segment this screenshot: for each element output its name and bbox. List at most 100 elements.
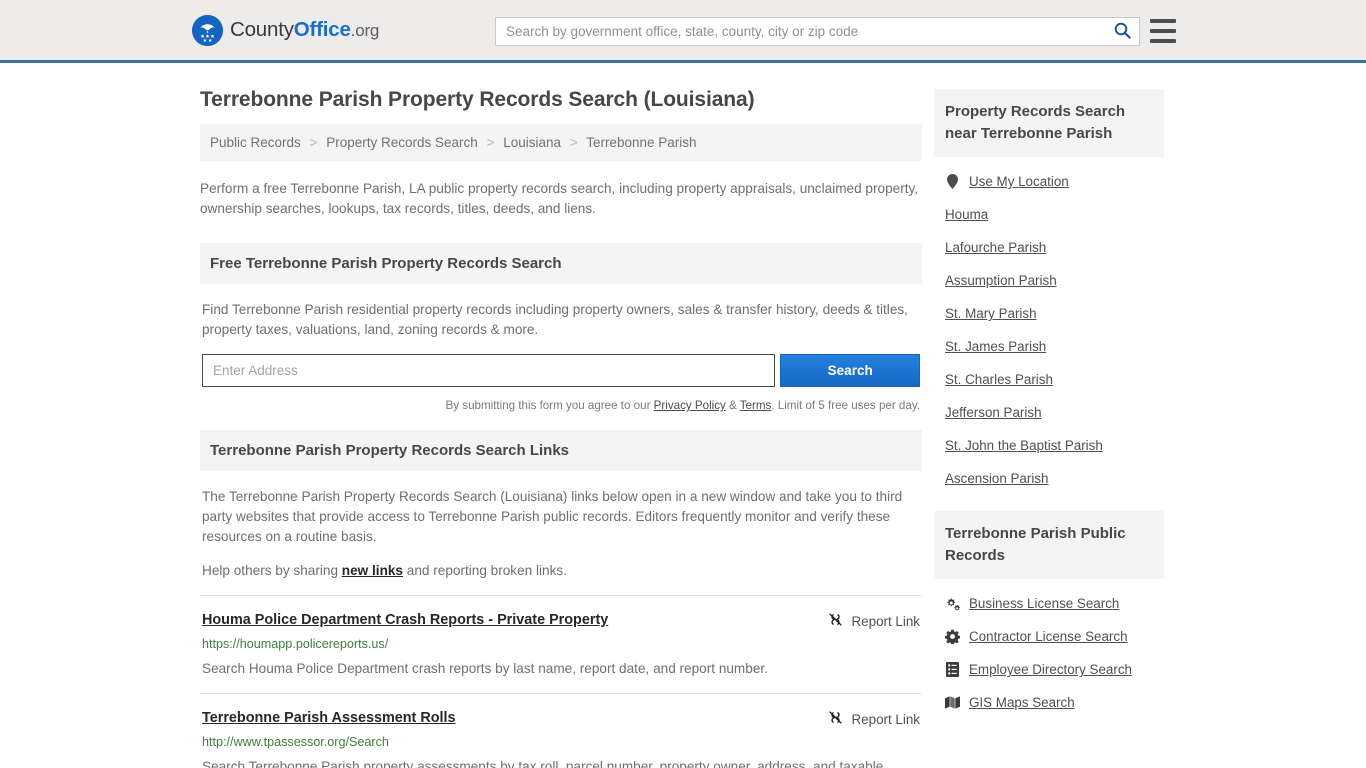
disclaimer-prefix: By submitting this form you agree to our [445,399,654,412]
sidebar-item-business-license-search[interactable]: Business License Search [934,587,1164,620]
hamburger-bar [1150,39,1176,43]
sidebar: Property Records Search near Terrebonne … [934,63,1164,768]
sidebar-item-st-charles-parish[interactable]: St. Charles Parish [934,363,1164,396]
disclaimer-suffix: . Limit of 5 free uses per day. [771,399,920,412]
map-pin-icon [945,174,960,189]
site-header: CountyOffice.org [0,0,1366,63]
sidebar-link-label[interactable]: Contractor License Search [969,629,1128,644]
breadcrumb-separator: > [486,135,495,150]
link-result-header: Terrebonne Parish Assessment Rolls Repor… [202,709,920,728]
link-result-item: Terrebonne Parish Assessment Rolls Repor… [200,693,922,768]
sidebar-link-label[interactable]: Business License Search [969,596,1119,611]
breadcrumb-item-terrebonne-parish[interactable]: Terrebonne Parish [586,135,696,150]
breadcrumb-item-public-records[interactable]: Public Records [210,135,301,150]
privacy-policy-link[interactable]: Privacy Policy [654,399,726,412]
main-content: Terrebonne Parish Property Records Searc… [200,63,922,768]
sidebar-item-gis-maps-search[interactable]: GIS Maps Search [934,686,1164,719]
sidebar-item-st-james-parish[interactable]: St. James Parish [934,330,1164,363]
site-logo[interactable]: CountyOffice.org [192,14,379,46]
free-search-heading: Free Terrebonne Parish Property Records … [200,243,922,284]
page-container: Terrebonne Parish Property Records Searc… [0,63,1366,768]
sidebar-nearby-list: Use My Location Houma Lafourche Parish A… [934,157,1164,499]
hamburger-bar [1150,19,1176,23]
help-prefix: Help others by sharing [202,563,342,578]
links-section-heading: Terrebonne Parish Property Records Searc… [200,430,922,471]
sidebar-link-label[interactable]: Houma [945,207,988,222]
sidebar-item-st-john-the-baptist-parish[interactable]: St. John the Baptist Parish [934,429,1164,462]
breadcrumb-separator: > [309,135,318,150]
page-title: Terrebonne Parish Property Records Searc… [200,88,755,111]
broken-link-icon [828,612,843,630]
gear-icon [945,629,960,644]
global-search-bar[interactable] [495,17,1140,46]
sidebar-item-ascension-parish[interactable]: Ascension Parish [934,462,1164,495]
sidebar-link-label[interactable]: Use My Location [969,174,1069,189]
link-result-title[interactable]: Terrebonne Parish Assessment Rolls [202,709,456,728]
cogs-icon [945,596,960,611]
sidebar-link-label[interactable]: Ascension Parish [945,471,1048,486]
link-result-header: Houma Police Department Crash Reports - … [202,611,920,630]
sidebar-public-records-heading: Terrebonne Parish Public Records [934,511,1164,579]
link-result-url[interactable]: http://www.tpassessor.org/Search [202,734,920,750]
form-disclaimer: By submitting this form you agree to our… [202,396,920,416]
global-search-submit-button[interactable] [1105,18,1139,45]
sidebar-link-label[interactable]: GIS Maps Search [969,695,1075,710]
report-link-label: Report Link [851,613,920,629]
sidebar-item-lafourche-parish[interactable]: Lafourche Parish [934,231,1164,264]
address-input[interactable] [202,354,776,387]
sidebar-item-employee-directory-search[interactable]: Employee Directory Search [934,653,1164,686]
sidebar-link-label[interactable]: Jefferson Parish [945,405,1042,420]
sidebar-nearby-panel: Property Records Search near Terrebonne … [934,89,1164,499]
broken-link-icon [828,710,843,728]
link-result-title[interactable]: Houma Police Department Crash Reports - … [202,611,608,630]
link-result-item: Houma Police Department Crash Reports - … [200,595,922,693]
sidebar-link-label[interactable]: St. Charles Parish [945,372,1053,387]
sidebar-public-records-list: Business License Search Contractor Licen… [934,579,1164,723]
report-link-label: Report Link [851,711,920,727]
sidebar-item-jefferson-parish[interactable]: Jefferson Parish [934,396,1164,429]
list-book-icon [945,662,960,677]
sidebar-item-contractor-license-search[interactable]: Contractor License Search [934,620,1164,653]
report-link-button[interactable]: Report Link [828,709,920,728]
sidebar-item-st-mary-parish[interactable]: St. Mary Parish [934,297,1164,330]
new-links-link[interactable]: new links [342,563,403,578]
terms-link[interactable]: Terms [740,399,772,412]
breadcrumb-item-property-records-search[interactable]: Property Records Search [326,135,478,150]
link-result-description: Search Terrebonne Parish property assess… [202,759,884,768]
logo-office: Office [293,18,351,41]
sidebar-link-label[interactable]: Lafourche Parish [945,240,1046,255]
sidebar-link-label[interactable]: Assumption Parish [945,273,1057,288]
search-icon [1114,22,1131,42]
global-search-input[interactable] [496,18,1105,45]
help-suffix: and reporting broken links. [403,563,567,578]
sidebar-link-label[interactable]: St. James Parish [945,339,1046,354]
logo-org: .org [350,21,380,40]
sidebar-link-label[interactable]: St. John the Baptist Parish [945,438,1103,453]
link-result-description: Search Houma Police Department crash rep… [202,661,768,676]
address-search-button[interactable]: Search [780,354,920,387]
sidebar-item-assumption-parish[interactable]: Assumption Parish [934,264,1164,297]
breadcrumb-item-louisiana[interactable]: Louisiana [503,135,561,150]
links-section-help: Help others by sharing new links and rep… [202,561,920,581]
hamburger-bar [1150,29,1176,33]
free-search-body: Find Terrebonne Parish residential prope… [200,284,922,416]
disclaimer-amp: & [725,399,740,412]
map-icon [945,695,960,710]
breadcrumb-separator: > [569,135,578,150]
sidebar-item-houma[interactable]: Houma [934,198,1164,231]
site-logo-text: CountyOffice.org [230,18,379,42]
sidebar-nearby-heading: Property Records Search near Terrebonne … [934,89,1164,157]
sidebar-link-label[interactable]: Employee Directory Search [969,662,1132,677]
sidebar-public-records-panel: Terrebonne Parish Public Records Busines… [934,511,1164,723]
link-result-url[interactable]: https://houmapp.policereports.us/ [202,636,920,652]
links-section-body: The Terrebonne Parish Property Records S… [200,471,922,581]
report-link-button[interactable]: Report Link [828,611,920,630]
sidebar-item-use-my-location[interactable]: Use My Location [934,165,1164,198]
page-intro-text: Perform a free Terrebonne Parish, LA pub… [200,181,919,216]
county-office-seal-icon [192,14,223,46]
address-search-form: Search [202,354,920,387]
sidebar-link-label[interactable]: St. Mary Parish [945,306,1037,321]
breadcrumb: Public Records > Property Records Search… [200,124,922,161]
hamburger-menu-icon[interactable] [1150,19,1176,43]
logo-county: County [230,18,294,41]
